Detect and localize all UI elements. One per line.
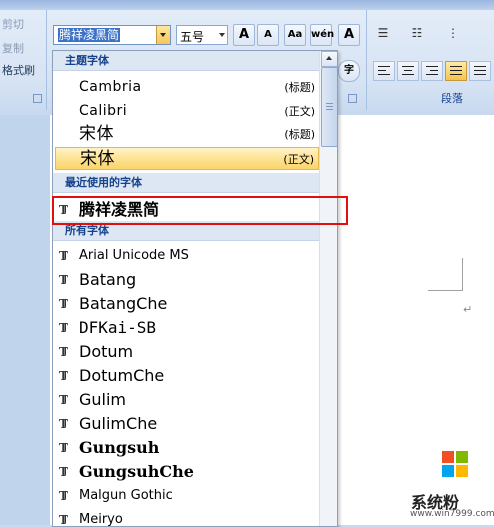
margin-corner-mark	[428, 258, 463, 291]
font-launcher-icon[interactable]	[348, 94, 357, 103]
document-left-area	[0, 115, 50, 525]
character-border-button[interactable]: A	[338, 24, 360, 46]
font-item[interactable]: T Malgun Gothic	[55, 484, 319, 508]
theme-font-tag: (标题)	[284, 81, 315, 94]
font-name: Dotum	[79, 342, 134, 361]
clear-format-button[interactable]: Aa	[284, 24, 306, 46]
font-item[interactable]: T BatangChe	[55, 292, 319, 316]
font-item[interactable]: T GungsuhChe	[55, 460, 319, 484]
font-name: DFKai-SB	[79, 318, 157, 337]
recent-fonts-header: 最近使用的字体	[53, 173, 319, 193]
font-name: BatangChe	[79, 294, 168, 313]
truetype-icon: T	[59, 364, 68, 388]
clipboard-launcher-icon[interactable]	[33, 94, 42, 103]
font-name: Meiryo	[79, 512, 123, 527]
truetype-icon: T	[59, 268, 68, 292]
highlight-annotation-box	[52, 196, 348, 225]
shrink-font-button[interactable]: A	[257, 24, 279, 46]
font-name: Gungsuh	[79, 438, 160, 457]
theme-fonts-header: 主题字体	[53, 51, 319, 71]
theme-font-name: 宋体	[79, 124, 114, 144]
font-item[interactable]: T DFKai-SB	[55, 316, 319, 340]
font-name: DotumChe	[79, 366, 165, 385]
theme-font-tag: (正文)	[284, 105, 315, 118]
theme-font-name: 宋体	[80, 149, 115, 169]
multilevel-list-icon[interactable]: ⋮	[443, 26, 463, 44]
font-name: GulimChe	[79, 414, 158, 433]
theme-font-tag: (标题)	[284, 128, 315, 141]
justify-button[interactable]	[445, 61, 467, 81]
truetype-icon: T	[59, 412, 68, 436]
truetype-icon: T	[59, 460, 68, 484]
truetype-icon: T	[59, 388, 68, 412]
font-item[interactable]: T Meiryo	[55, 508, 319, 527]
font-name: Batang	[79, 270, 137, 289]
distributed-button[interactable]	[469, 61, 491, 81]
enclose-characters-button[interactable]: 字	[338, 60, 360, 82]
truetype-icon: T	[59, 484, 68, 508]
theme-font-item[interactable]: Cambria (标题)	[55, 76, 319, 99]
truetype-icon: T	[59, 292, 68, 316]
truetype-icon: T	[59, 508, 68, 526]
theme-font-item-selected[interactable]: 宋体 (正文)	[55, 147, 319, 170]
theme-font-name: Calibri	[79, 103, 128, 119]
align-center-button[interactable]	[397, 61, 419, 81]
paragraph-group-label: 段落	[441, 92, 463, 105]
chevron-down-icon[interactable]	[156, 26, 170, 44]
bullets-icon[interactable]: ☰	[373, 26, 393, 44]
scroll-up-icon[interactable]	[321, 51, 337, 67]
cut-button[interactable]: 剪切	[2, 16, 24, 32]
truetype-icon: T	[59, 244, 68, 268]
font-size-value: 五号	[180, 30, 205, 44]
windows-logo-icon	[442, 451, 468, 477]
font-name-combo[interactable]: 腾祥凌黑简	[53, 25, 171, 45]
grow-font-button[interactable]: A	[233, 24, 255, 46]
font-item[interactable]: T Arial Unicode MS	[55, 244, 319, 268]
scroll-thumb[interactable]	[321, 67, 337, 147]
format-painter-button[interactable]: 格式刷	[2, 62, 35, 78]
truetype-icon: T	[59, 436, 68, 460]
dropdown-scrollbar[interactable]	[319, 51, 337, 526]
font-name: Gulim	[79, 390, 127, 409]
font-name: Arial Unicode MS	[79, 248, 189, 263]
font-item[interactable]: T Dotum	[55, 340, 319, 364]
paragraph-group: ☰ ☷ ⋮ 段落	[366, 10, 494, 110]
watermark-url: www.win7999.com	[410, 509, 494, 519]
font-name-value: 腾祥凌黑简	[58, 28, 121, 42]
font-item[interactable]: T Batang	[55, 268, 319, 292]
truetype-icon: T	[59, 340, 68, 364]
align-right-button[interactable]	[421, 61, 443, 81]
truetype-icon: T	[59, 316, 68, 340]
clipboard-group: 剪切 复制 格式刷	[0, 10, 47, 110]
font-item[interactable]: T GulimChe	[55, 412, 319, 436]
font-name: GungsuhChe	[79, 462, 194, 481]
phonetic-guide-button[interactable]: wén	[310, 24, 334, 46]
copy-button[interactable]: 复制	[2, 40, 24, 56]
align-left-button[interactable]	[373, 61, 395, 81]
theme-font-name: Cambria	[79, 79, 142, 95]
theme-font-item[interactable]: 宋体 (标题)	[55, 123, 319, 146]
font-item[interactable]: T Gungsuh	[55, 436, 319, 460]
font-size-combo[interactable]: 五号	[176, 25, 228, 45]
paragraph-mark: ↵	[463, 303, 473, 316]
watermark: 系统粉 www.win7999.com	[410, 449, 494, 525]
font-item[interactable]: T Gulim	[55, 388, 319, 412]
font-name: Malgun Gothic	[79, 488, 173, 503]
font-dropdown-list[interactable]: 主题字体 Cambria (标题) Calibri (正文) 宋体 (标题) 宋…	[52, 50, 338, 527]
theme-font-item[interactable]: Calibri (正文)	[55, 100, 319, 123]
theme-font-tag: (正文)	[283, 153, 314, 166]
chevron-down-icon[interactable]	[219, 33, 225, 37]
font-item[interactable]: T DotumChe	[55, 364, 319, 388]
numbering-icon[interactable]: ☷	[407, 26, 427, 44]
